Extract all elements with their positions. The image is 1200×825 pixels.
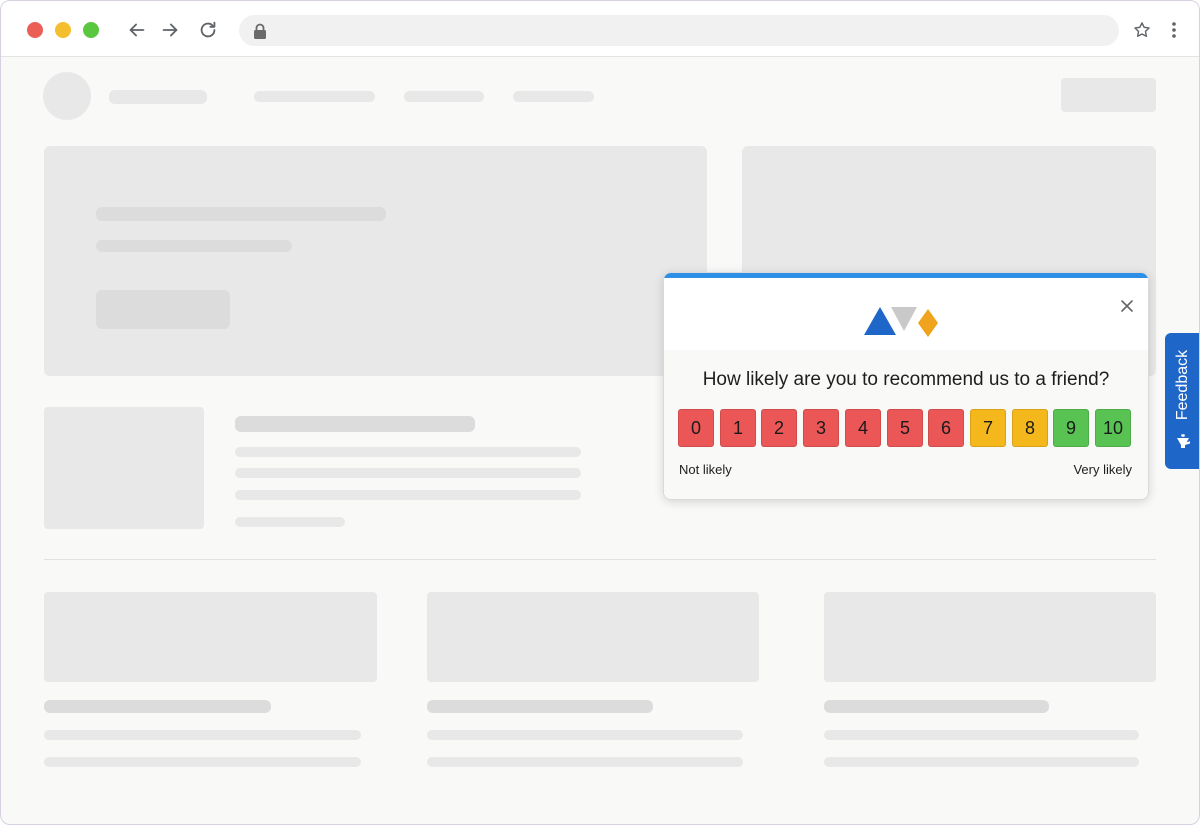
- low-score-label: Not likely: [679, 462, 732, 477]
- browser-toolbar: [1, 1, 1199, 57]
- star-icon[interactable]: [1132, 20, 1152, 40]
- feedback-tab-button[interactable]: Feedback: [1165, 333, 1199, 469]
- hero-subtitle-placeholder: [96, 240, 292, 252]
- card-text-placeholder: [427, 757, 743, 767]
- maximize-window-button[interactable]: [83, 22, 99, 38]
- score-button-3[interactable]: 3: [803, 409, 839, 447]
- card-text-placeholder: [44, 757, 361, 767]
- score-button-1[interactable]: 1: [720, 409, 756, 447]
- section-divider: [44, 559, 1156, 560]
- card-image-placeholder: [427, 592, 759, 682]
- close-icon[interactable]: [1119, 298, 1135, 314]
- back-arrow-icon[interactable]: [126, 19, 148, 41]
- score-button-5[interactable]: 5: [887, 409, 923, 447]
- score-button-6[interactable]: 6: [928, 409, 964, 447]
- browser-window: Feedback How likely are you to recommend…: [0, 0, 1200, 825]
- text-line-placeholder: [235, 490, 581, 500]
- card-text-placeholder: [824, 730, 1139, 740]
- thumbnail-placeholder: [44, 407, 204, 529]
- header-button-placeholder: [1061, 78, 1156, 112]
- hero-title-placeholder: [96, 207, 386, 221]
- nav-link-placeholder: [254, 91, 375, 102]
- lock-icon: [253, 23, 267, 39]
- card-title-placeholder: [824, 700, 1049, 713]
- score-button-9[interactable]: 9: [1053, 409, 1089, 447]
- nav-link-placeholder: [513, 91, 594, 102]
- card-text-placeholder: [824, 757, 1139, 767]
- reload-icon[interactable]: [197, 19, 219, 41]
- score-button-2[interactable]: 2: [761, 409, 797, 447]
- card-text-placeholder: [44, 730, 361, 740]
- modal-header: [664, 278, 1148, 350]
- text-line-placeholder: [235, 447, 581, 457]
- score-button-8[interactable]: 8: [1012, 409, 1048, 447]
- nps-question: How likely are you to recommend us to a …: [702, 369, 1110, 390]
- score-button-10[interactable]: 10: [1095, 409, 1131, 447]
- text-line-placeholder: [235, 416, 475, 432]
- menu-icon[interactable]: [1164, 20, 1184, 40]
- card-title-placeholder: [427, 700, 653, 713]
- card-title-placeholder: [44, 700, 271, 713]
- avatar-placeholder: [43, 72, 91, 120]
- minimize-window-button[interactable]: [55, 22, 71, 38]
- card-text-placeholder: [427, 730, 743, 740]
- card-image-placeholder: [824, 592, 1156, 682]
- feedback-tab-label: Feedback: [1174, 349, 1191, 421]
- high-score-label: Very likely: [1073, 462, 1132, 477]
- forward-arrow-icon[interactable]: [159, 19, 181, 41]
- score-button-7[interactable]: 7: [970, 409, 1006, 447]
- score-button-4[interactable]: 4: [845, 409, 881, 447]
- nav-link-placeholder: [404, 91, 484, 102]
- text-line-placeholder: [235, 517, 345, 527]
- megaphone-icon: [1174, 432, 1192, 450]
- hero-button-placeholder: [96, 290, 230, 329]
- close-window-button[interactable]: [27, 22, 43, 38]
- card-image-placeholder: [44, 592, 377, 682]
- address-bar[interactable]: [239, 15, 1119, 46]
- brand-logo: [864, 307, 938, 337]
- text-line-placeholder: [235, 468, 581, 478]
- site-name-placeholder: [109, 90, 207, 104]
- nps-survey-modal: How likely are you to recommend us to a …: [663, 272, 1149, 500]
- score-button-0[interactable]: 0: [678, 409, 714, 447]
- hero-card-placeholder: [44, 146, 707, 376]
